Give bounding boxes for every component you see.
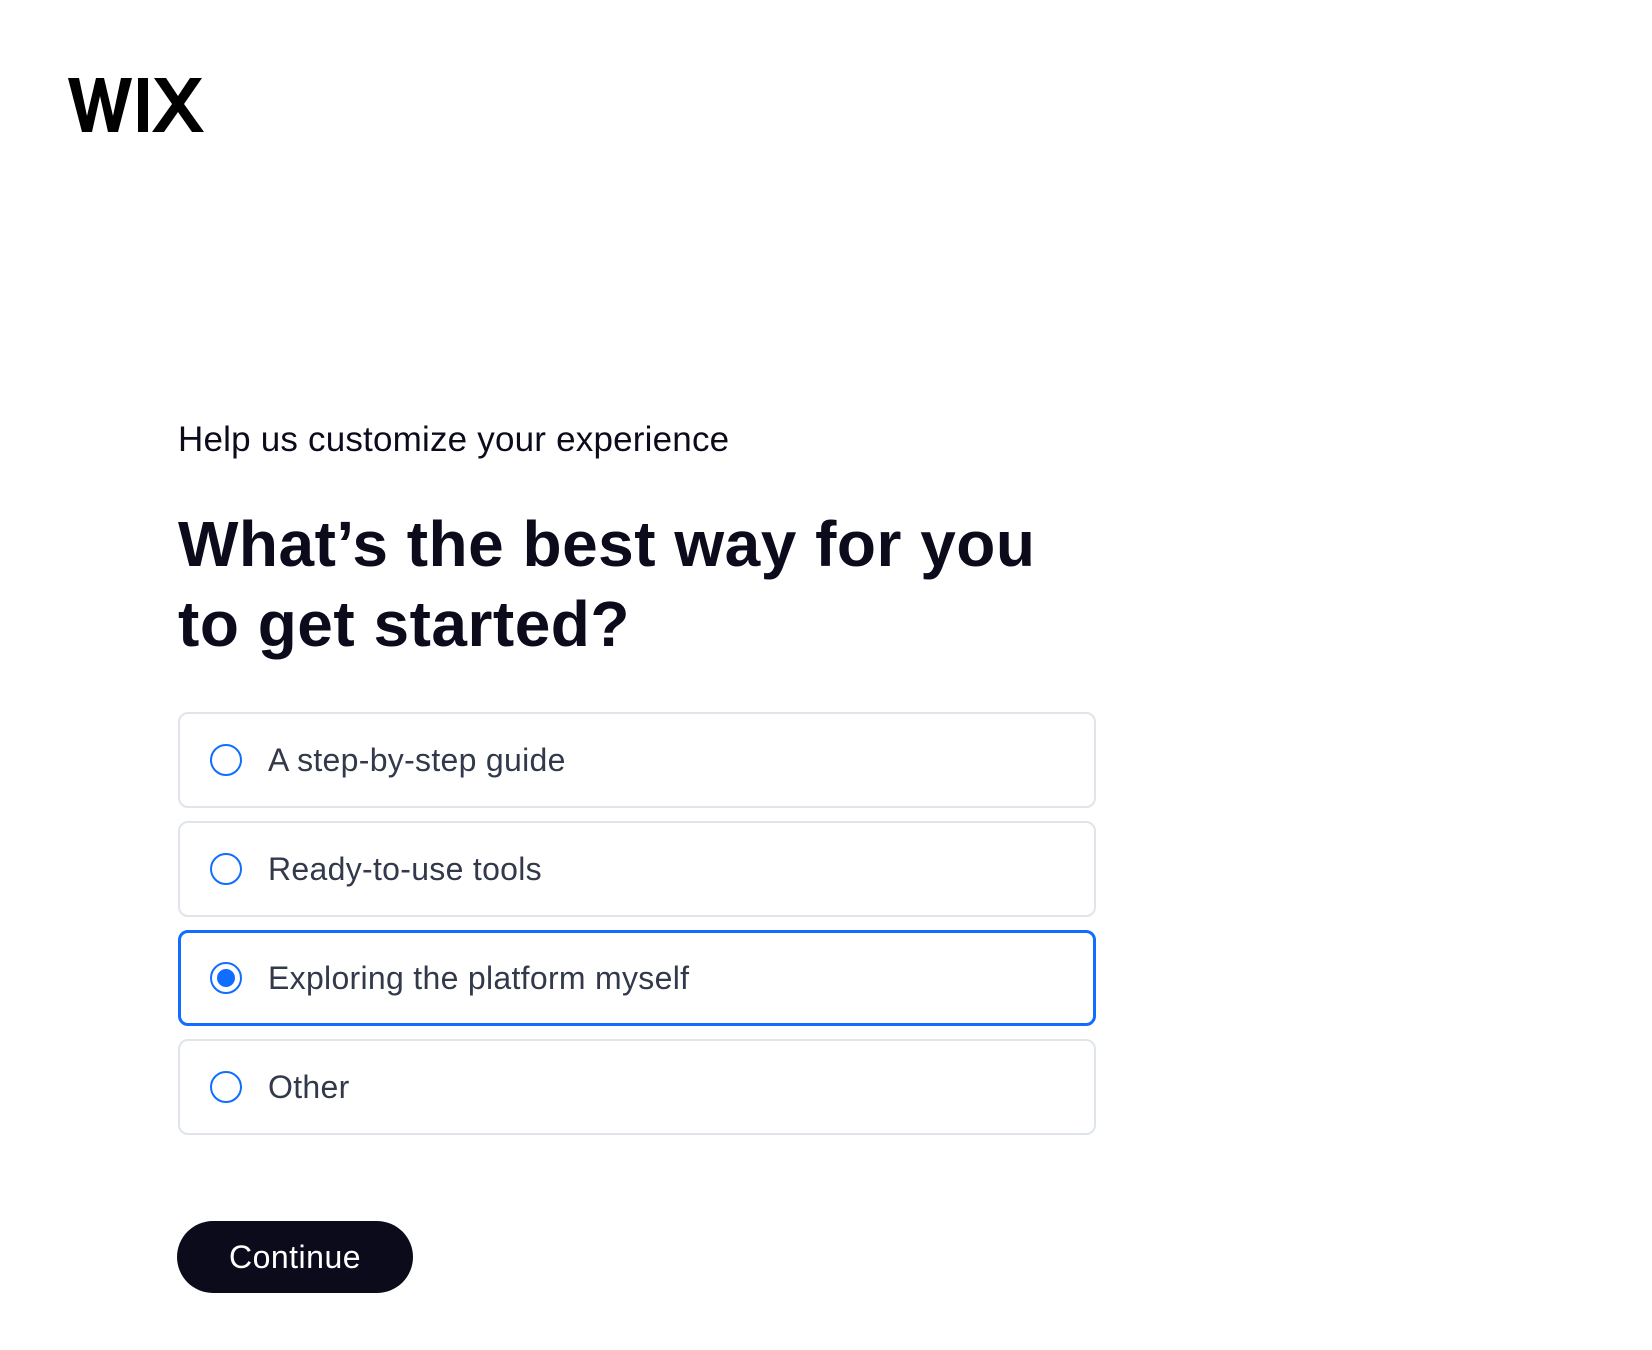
option-label: Other [268, 1069, 350, 1105]
option-label: Exploring the platform myself [268, 960, 690, 996]
wix-logo-mark [68, 78, 204, 132]
option-other[interactable]: Other [178, 1039, 1096, 1135]
radio-button[interactable] [210, 962, 242, 994]
option-ready-to-use-tools[interactable]: Ready-to-use tools [178, 821, 1096, 917]
option-step-by-step-guide[interactable]: A step-by-step guide [178, 712, 1096, 808]
page-subtitle: Help us customize your experience [178, 420, 730, 459]
continue-button[interactable]: Continue [177, 1221, 413, 1293]
radio-button[interactable] [210, 744, 242, 776]
page-title: What’s the best way for you to get start… [178, 508, 1036, 660]
option-exploring-platform[interactable]: Exploring the platform myself [178, 930, 1096, 1026]
onboarding-page: Help us customize your experience What’s… [0, 0, 1652, 1350]
radio-button[interactable] [210, 853, 242, 885]
wix-logo [68, 72, 210, 136]
radio-dot [217, 969, 235, 987]
options-radio-group: A step-by-step guide Ready-to-use tools … [178, 712, 1096, 1148]
option-label: Ready-to-use tools [268, 851, 542, 887]
option-label: A step-by-step guide [268, 742, 566, 778]
radio-button[interactable] [210, 1071, 242, 1103]
